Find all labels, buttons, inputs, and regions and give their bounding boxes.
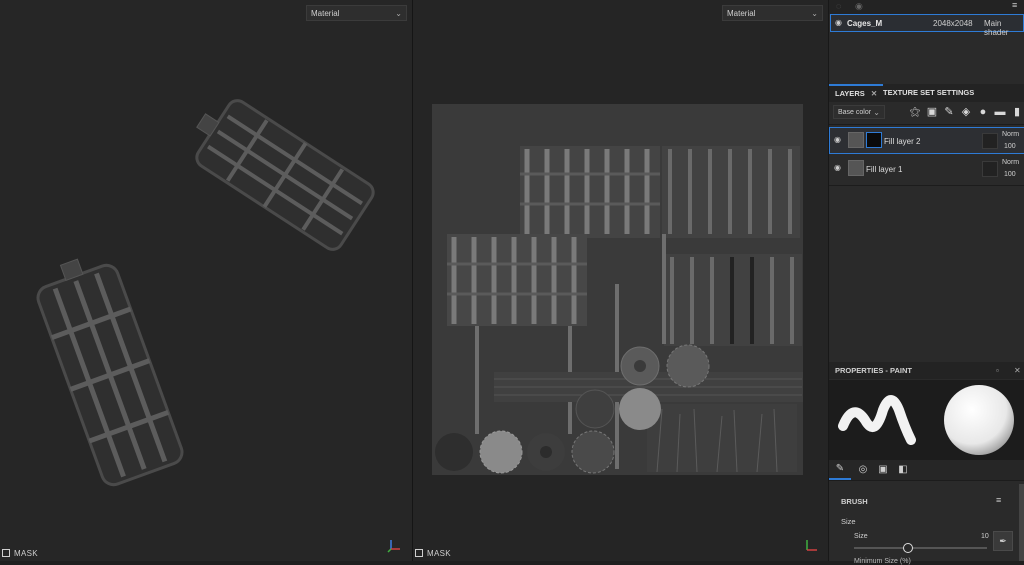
mask-thumbnail[interactable]: [866, 132, 882, 148]
brush-section: BRUSH ≡ Size Size 10 ✒ Minimum Size (%): [829, 481, 1024, 565]
layer-row-fill-2[interactable]: ◉ Fill layer 2 Norm 100: [829, 127, 1024, 154]
layer-row-fill-1[interactable]: ◉ Fill layer 1 Norm 100: [829, 156, 1024, 183]
chevron-down-icon: ⌄: [873, 108, 880, 117]
right-panel: ◌ ◉ ≡ ◉ Cages_M 2048x2048 Main shader LA…: [828, 0, 1024, 565]
brush-header: BRUSH: [841, 497, 868, 506]
material-dropdown-2d[interactable]: Material ⌄: [722, 5, 823, 21]
layer-thumbnail: [848, 160, 864, 176]
layer-name: Fill layer 1: [866, 165, 903, 174]
uv-islands: [435, 146, 804, 474]
texture-set-shader: Main shader: [984, 19, 1009, 37]
channel-dropdown[interactable]: Base color ⌄: [833, 105, 885, 119]
uv-texture-map: [432, 104, 804, 475]
material-dropdown-3d[interactable]: Material ⌄: [306, 5, 407, 21]
texture-set-resolution: 2048x2048: [933, 19, 973, 28]
size-value[interactable]: 10: [981, 533, 989, 540]
opacity-value[interactable]: 100: [1004, 143, 1016, 150]
pen-pressure-icon[interactable]: ✒: [993, 531, 1013, 551]
add-mask-icon[interactable]: ▣: [926, 106, 938, 118]
checkbox-icon: [2, 549, 10, 557]
trash-icon[interactable]: ▮: [1011, 106, 1023, 118]
fill-bucket-icon[interactable]: ◈: [960, 106, 972, 118]
alpha-tab-icon[interactable]: ◎: [855, 460, 871, 480]
size-slider-knob[interactable]: [903, 543, 914, 553]
size-label: Size: [854, 533, 868, 540]
maximize-icon[interactable]: ▫: [996, 362, 999, 379]
stencil-tab-icon[interactable]: ▣: [875, 460, 891, 480]
brush-tab-icon[interactable]: ✎: [829, 460, 851, 480]
layer-color-swatch: [982, 161, 998, 177]
eye-icon[interactable]: ◉: [855, 1, 863, 12]
material-tab-icon[interactable]: ◧: [895, 460, 911, 480]
axis-gizmo-icon: [387, 540, 400, 553]
settings-menu-icon[interactable]: ≡: [1012, 0, 1017, 10]
texture-set-toolbar: ◌ ◉ ≡: [829, 0, 1024, 14]
property-tabs: ✎ ◎ ▣ ◧: [829, 460, 1024, 481]
layers-list: ◉ Fill layer 2 Norm 100 ◉ Fill layer 1 N…: [829, 124, 1024, 186]
min-size-label: Minimum Size (%): [854, 558, 911, 565]
texture-set-row[interactable]: ◉ Cages_M 2048x2048 Main shader: [830, 14, 1024, 37]
eye-icon[interactable]: ◉: [834, 163, 841, 172]
tab-texture-set-settings[interactable]: TEXTURE SET SETTINGS: [877, 84, 980, 102]
paint-brush-icon[interactable]: ✎: [943, 106, 955, 118]
blend-mode[interactable]: Norm: [1002, 131, 1019, 138]
texture-set-name: Cages_M: [847, 19, 883, 28]
size-group-label: Size: [841, 517, 856, 526]
layers-tabs: LAYERS ✕ TEXTURE SET SETTINGS: [829, 84, 1024, 102]
mask-toggle-2d[interactable]: MASK: [415, 549, 451, 558]
cage-models: [36, 99, 375, 487]
brush-preview: [829, 380, 1024, 460]
eye-icon[interactable]: ◉: [834, 135, 841, 144]
layer-thumbnail: [848, 132, 864, 148]
mask-toggle-3d[interactable]: MASK: [2, 549, 38, 558]
properties-header: PROPERTIES - PAINT ▫ ✕: [829, 362, 1024, 379]
visibility-off-icon[interactable]: ◌: [836, 1, 841, 11]
opacity-value[interactable]: 100: [1004, 171, 1016, 178]
checkbox-icon: [415, 549, 423, 557]
brush-stroke-preview: [838, 385, 1014, 455]
brush-menu-icon[interactable]: ≡: [996, 495, 1001, 505]
chevron-down-icon: ⌄: [395, 9, 402, 18]
viewport-3d[interactable]: Material ⌄ MASK: [0, 0, 413, 561]
layer-name: Fill layer 2: [884, 137, 921, 146]
size-slider-track[interactable]: [854, 547, 987, 549]
layer-color-swatch: [982, 133, 998, 149]
blend-mode[interactable]: Norm: [1002, 159, 1019, 166]
eye-icon[interactable]: ◉: [835, 18, 842, 27]
properties-scrollbar[interactable]: [1019, 484, 1024, 561]
tab-layers[interactable]: LAYERS ✕: [829, 84, 884, 102]
axis-gizmo-2d-icon: [806, 540, 817, 551]
magic-wand-icon[interactable]: ⚝: [909, 106, 921, 118]
properties-title: PROPERTIES - PAINT: [835, 366, 912, 375]
close-icon[interactable]: ✕: [1014, 362, 1021, 379]
chevron-down-icon: ⌄: [811, 9, 818, 18]
smart-material-icon[interactable]: ●: [977, 106, 989, 118]
folder-icon[interactable]: ▬: [994, 106, 1006, 118]
